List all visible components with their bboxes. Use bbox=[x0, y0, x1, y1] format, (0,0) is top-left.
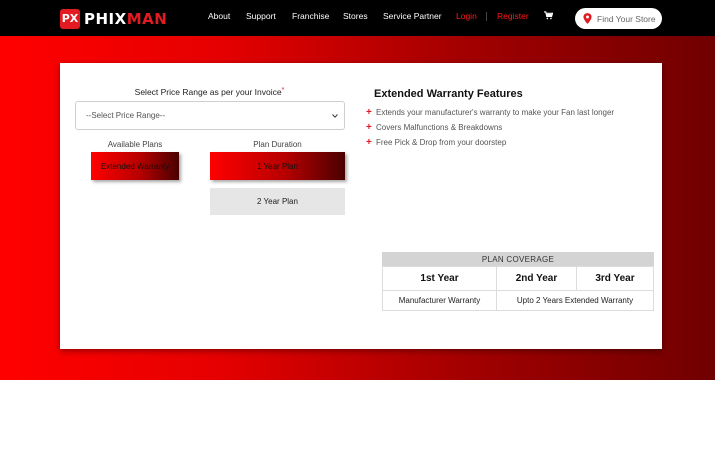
available-plans-label: Available Plans bbox=[107, 140, 163, 149]
feature-item: + Extends your manufacturer's warranty to… bbox=[366, 106, 615, 118]
chevron-down-icon bbox=[332, 114, 338, 118]
feature-text: Covers Malfunctions & Breakdowns bbox=[376, 123, 503, 132]
cart-icon[interactable] bbox=[544, 11, 553, 20]
find-store-label: Find Your Store bbox=[597, 13, 656, 24]
feature-text: Extends your manufacturer's warranty to … bbox=[376, 108, 615, 117]
plan-coverage-header: PLAN COVERAGE bbox=[382, 252, 654, 266]
extended-warranty-button[interactable]: Extended Warranty bbox=[91, 152, 179, 180]
price-range-select-value: --Select Price Range-- bbox=[86, 111, 166, 120]
logo-mark-icon: PX bbox=[60, 8, 80, 29]
feature-item: + Free Pick & Drop from your doorstep bbox=[366, 136, 507, 148]
coverage-year-3: 3rd Year bbox=[576, 266, 654, 291]
required-mark: * bbox=[281, 87, 285, 94]
plan-duration-label: Plan Duration bbox=[253, 140, 302, 149]
feature-item: + Covers Malfunctions & Breakdowns bbox=[366, 121, 503, 133]
top-navbar: PX PHIXMAN About Support Franchise Store… bbox=[0, 0, 715, 36]
one-year-plan-button[interactable]: 1 Year Plan bbox=[210, 152, 345, 180]
coverage-extended-cell: Upto 2 Years Extended Warranty bbox=[496, 290, 654, 311]
two-year-plan-button[interactable]: 2 Year Plan bbox=[210, 188, 345, 215]
nav-franchise[interactable]: Franchise bbox=[292, 11, 329, 21]
brand-name: PHIXMAN bbox=[84, 10, 167, 28]
features-title: Extended Warranty Features bbox=[374, 88, 523, 100]
nav-login[interactable]: Login bbox=[456, 11, 477, 21]
feature-text: Free Pick & Drop from your doorstep bbox=[376, 138, 507, 147]
plus-icon: + bbox=[366, 121, 372, 133]
price-range-label: Select Price Range as per your Invoice* bbox=[74, 87, 345, 97]
nav-stores[interactable]: Stores bbox=[343, 11, 368, 21]
brand-name-part2: MAN bbox=[126, 9, 168, 28]
coverage-manufacturer-cell: Manufacturer Warranty bbox=[382, 290, 497, 311]
brand-logo[interactable]: PX PHIXMAN bbox=[60, 8, 167, 29]
plus-icon: + bbox=[366, 106, 372, 118]
plus-icon: + bbox=[366, 136, 372, 148]
nav-register[interactable]: Register bbox=[497, 11, 529, 21]
coverage-year-1: 1st Year bbox=[382, 266, 497, 291]
price-range-label-text: Select Price Range as per your Invoice bbox=[134, 87, 282, 97]
brand-name-part1: PHIX bbox=[84, 9, 127, 28]
nav-about[interactable]: About bbox=[208, 11, 230, 21]
nav-support[interactable]: Support bbox=[246, 11, 276, 21]
map-pin-icon bbox=[583, 13, 592, 24]
find-store-button[interactable]: Find Your Store bbox=[575, 8, 662, 29]
nav-service-partner[interactable]: Service Partner bbox=[383, 11, 442, 21]
nav-divider bbox=[486, 12, 487, 21]
coverage-year-2: 2nd Year bbox=[496, 266, 577, 291]
price-range-select[interactable]: --Select Price Range-- bbox=[75, 101, 345, 130]
